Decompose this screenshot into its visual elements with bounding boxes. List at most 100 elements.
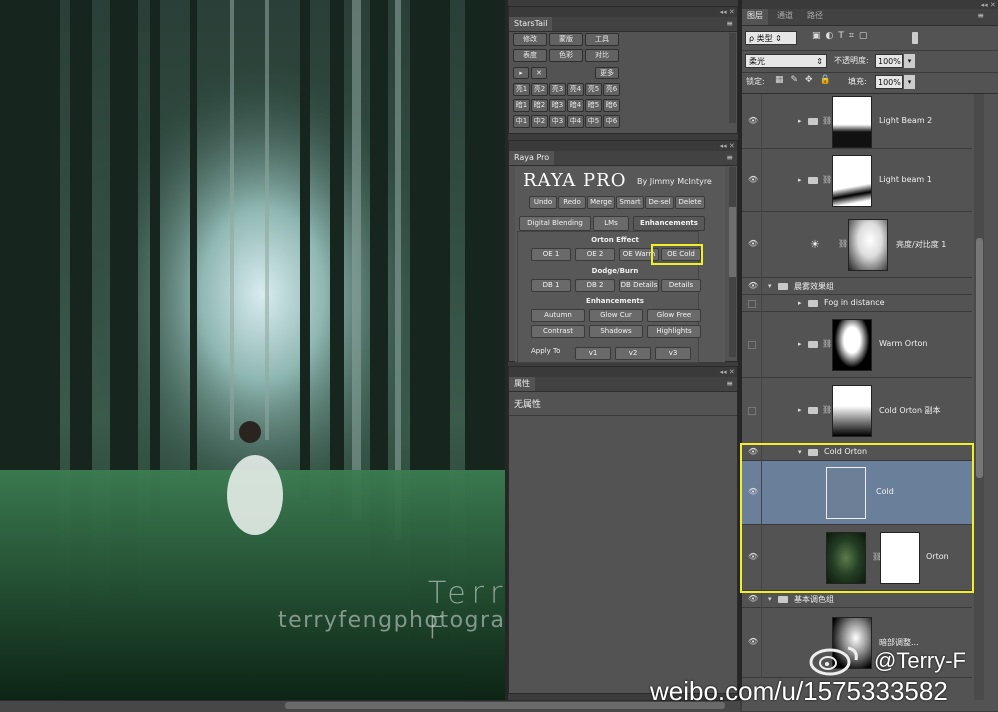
panel-menu-icon[interactable]: ≡ bbox=[726, 379, 733, 388]
tab-layers[interactable]: 图层 bbox=[742, 9, 768, 25]
layer-row[interactable]: 👁 ▸ ⛓ Light Beam 2 bbox=[742, 94, 972, 149]
lock-icons[interactable]: ▦✎✥🔒 bbox=[775, 75, 838, 85]
link-icon[interactable]: ⛓ bbox=[822, 175, 832, 184]
starstail-button[interactable]: 蒙版 bbox=[549, 33, 583, 46]
starstail-button[interactable]: 对比 bbox=[585, 49, 619, 62]
layer-row[interactable]: ▸ ⛓ Cold Orton 副本 bbox=[742, 378, 972, 444]
raya-undo-button[interactable]: Undo bbox=[529, 196, 557, 209]
layer-row[interactable]: 👁 ▸ ⛓ Light beam 1 bbox=[742, 149, 972, 212]
starstail-grid-button[interactable]: 中6 bbox=[603, 115, 620, 128]
starstail-grid-button[interactable]: 暗5 bbox=[585, 99, 602, 112]
expand-triangle-icon[interactable]: ▸ bbox=[798, 340, 802, 348]
starstail-grid-button[interactable]: 亮2 bbox=[531, 83, 548, 96]
link-icon[interactable]: ⛓ bbox=[838, 239, 848, 248]
raya-tab-digitalblending[interactable]: Digital Blending bbox=[519, 216, 591, 231]
visibility-box-icon[interactable] bbox=[748, 341, 756, 349]
starstail-grid-button[interactable]: 亮1 bbox=[513, 83, 530, 96]
expand-triangle-icon[interactable]: ▸ bbox=[798, 176, 802, 184]
starstail-grid-button[interactable]: 亮3 bbox=[549, 83, 566, 96]
apply-to-v2-button[interactable]: v2 bbox=[615, 347, 651, 360]
collapse-icon[interactable]: ◂◂ ✕ bbox=[509, 7, 737, 17]
starstail-grid-button[interactable]: 亮4 bbox=[567, 83, 584, 96]
eye-icon[interactable]: 👁 bbox=[748, 175, 758, 184]
enh-button[interactable]: Shadows bbox=[589, 325, 643, 338]
expand-triangle-open-icon[interactable]: ▾ bbox=[768, 595, 772, 603]
starstail-grid-button[interactable]: 暗4 bbox=[567, 99, 584, 112]
layer-row[interactable]: ▸ ⛓ Warm Orton bbox=[742, 312, 972, 378]
link-icon[interactable]: ⛓ bbox=[822, 339, 832, 348]
panel-menu-icon[interactable]: ≡ bbox=[726, 19, 733, 28]
starstail-grid-button[interactable]: 暗3 bbox=[549, 99, 566, 112]
raya-delete-button[interactable]: Delete bbox=[675, 196, 705, 209]
visibility-box-icon[interactable] bbox=[748, 299, 756, 308]
enh-button[interactable]: Contrast bbox=[531, 325, 585, 338]
starstail-grid-button[interactable]: 暗1 bbox=[513, 99, 530, 112]
tab-raya-pro[interactable]: Raya Pro bbox=[509, 151, 555, 165]
starstail-button[interactable]: 修改 bbox=[513, 33, 547, 46]
tab-channels[interactable]: 通道 bbox=[772, 9, 798, 25]
raya-tab-enhancements[interactable]: Enhancements bbox=[633, 216, 705, 231]
raya-merge-button[interactable]: Merge bbox=[587, 196, 615, 209]
starstail-grid-button[interactable]: 暗2 bbox=[531, 99, 548, 112]
expand-triangle-open-icon[interactable]: ▾ bbox=[768, 282, 772, 290]
filter-icons[interactable]: ▣◐T⌗▢ bbox=[812, 31, 872, 41]
blend-mode-select[interactable]: 柔光 ⇕ bbox=[745, 54, 827, 68]
raya-smart-button[interactable]: Smart bbox=[616, 196, 644, 209]
raya-redo-button[interactable]: Redo bbox=[558, 196, 586, 209]
collapse-icon[interactable]: ◂◂ ✕ bbox=[742, 0, 998, 9]
expand-triangle-icon[interactable]: ▸ bbox=[798, 299, 802, 307]
starstail-close-button[interactable]: ✕ bbox=[531, 67, 547, 79]
layer-row[interactable]: 👁 ☀ ⛓ 亮度/对比度 1 bbox=[742, 212, 972, 278]
collapse-icon[interactable]: ◂◂ ✕ bbox=[509, 141, 737, 151]
enh-button[interactable]: Highlights bbox=[647, 325, 701, 338]
starstail-button[interactable]: 工具 bbox=[585, 33, 619, 46]
visibility-box-icon[interactable] bbox=[748, 407, 756, 415]
fill-input[interactable]: 100% bbox=[875, 75, 903, 89]
eye-icon[interactable]: 👁 bbox=[748, 594, 758, 603]
expand-triangle-icon[interactable]: ▸ bbox=[798, 406, 802, 414]
eye-icon[interactable]: 👁 bbox=[748, 116, 758, 125]
filter-toggle-icon[interactable] bbox=[912, 32, 918, 44]
collapse-icon[interactable]: ◂◂ ✕ bbox=[509, 367, 737, 377]
starstail-grid-button[interactable]: 中3 bbox=[549, 115, 566, 128]
starstail-grid-button[interactable]: 中1 bbox=[513, 115, 530, 128]
starstail-button[interactable]: 色彩 bbox=[549, 49, 583, 62]
starstail-play-button[interactable]: ▸ bbox=[513, 67, 529, 79]
opacity-input[interactable]: 100% bbox=[875, 54, 903, 68]
starstail-grid-button[interactable]: 中5 bbox=[585, 115, 602, 128]
layer-row[interactable]: 👁 ▾ 基本调色组 bbox=[742, 591, 972, 608]
apply-to-v1-button[interactable]: v1 bbox=[575, 347, 611, 360]
tab-paths[interactable]: 路径 bbox=[802, 9, 828, 25]
raya-desel-button[interactable]: De-sel bbox=[645, 196, 674, 209]
oe-button-2[interactable]: OE 2 bbox=[575, 248, 615, 261]
opacity-dropdown-icon[interactable]: ▾ bbox=[904, 54, 915, 68]
fill-dropdown-icon[interactable]: ▾ bbox=[904, 75, 915, 89]
layer-row[interactable]: ▸ Fog in distance bbox=[742, 295, 972, 312]
expand-triangle-icon[interactable]: ▸ bbox=[798, 117, 802, 125]
raya-scrollbar[interactable] bbox=[729, 167, 736, 357]
starstail-grid-button[interactable]: 暗6 bbox=[603, 99, 620, 112]
db-button-2[interactable]: DB 2 bbox=[575, 279, 615, 292]
starstail-grid-button[interactable]: 中2 bbox=[531, 115, 548, 128]
layer-filter-select[interactable]: ρ 类型 ⇕ bbox=[745, 31, 797, 45]
link-icon[interactable]: ⛓ bbox=[822, 116, 832, 125]
layer-row[interactable]: 👁 ▾ 晨雾效果组 bbox=[742, 278, 972, 295]
panel-menu-icon[interactable]: ≡ bbox=[977, 11, 984, 20]
starstail-grid-button[interactable]: 亮6 bbox=[603, 83, 620, 96]
starstail-grid-button[interactable]: 中4 bbox=[567, 115, 584, 128]
eye-icon[interactable]: 👁 bbox=[748, 637, 758, 646]
enh-button[interactable]: Autumn bbox=[531, 309, 585, 322]
eye-icon[interactable]: 👁 bbox=[748, 239, 758, 248]
starstail-button[interactable]: 表度 bbox=[513, 49, 547, 62]
link-icon[interactable]: ⛓ bbox=[822, 405, 832, 414]
tab-properties[interactable]: 属性 bbox=[509, 377, 535, 391]
db-button-4[interactable]: Details bbox=[661, 279, 701, 292]
enh-button[interactable]: Glow Free bbox=[647, 309, 701, 322]
enh-button[interactable]: Glow Cur bbox=[589, 309, 643, 322]
apply-to-v3-button[interactable]: v3 bbox=[655, 347, 691, 360]
db-button-1[interactable]: DB 1 bbox=[531, 279, 571, 292]
raya-tab-lms[interactable]: LMs bbox=[593, 216, 629, 231]
starstail-scrollbar[interactable] bbox=[729, 33, 736, 123]
db-button-3[interactable]: DB Details bbox=[619, 279, 659, 292]
layers-scroll-thumb[interactable] bbox=[976, 238, 983, 478]
